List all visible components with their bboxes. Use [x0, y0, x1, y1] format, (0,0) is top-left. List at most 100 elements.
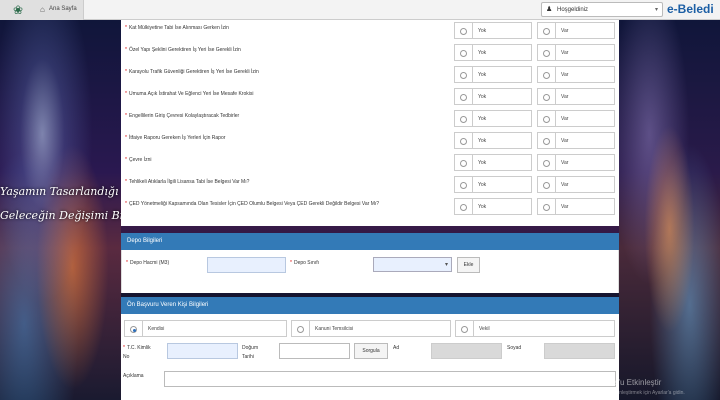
- permit-row: * Çevre İzni Yok Var: [121, 154, 619, 174]
- permit-no-text: Yok: [478, 116, 487, 122]
- permit-no-radio[interactable]: [454, 44, 472, 61]
- name-label: Ad: [393, 345, 400, 351]
- radio-icon: [543, 204, 550, 211]
- permit-no-option[interactable]: Yok: [472, 88, 532, 105]
- permit-yes-radio[interactable]: [537, 88, 555, 105]
- radio-icon: [460, 204, 467, 211]
- radio-icon: [460, 182, 467, 189]
- permit-yes-radio[interactable]: [537, 44, 555, 61]
- applicant-type-radio[interactable]: [124, 320, 142, 337]
- brand-logo: e-Beledi: [667, 2, 714, 16]
- background-slogan: Yaşamın Tasarlandığı Geleceğin Değişimi …: [0, 180, 121, 228]
- permit-yes-radio[interactable]: [537, 198, 555, 215]
- permit-label: * ÇED Yönetmeliği Kapsamında Olan Tesisle…: [125, 201, 380, 207]
- tc-input[interactable]: [167, 343, 238, 359]
- radio-icon: [460, 72, 467, 79]
- background-photo-right: [619, 20, 720, 400]
- permit-row: * Engellilerin Giriş Çevresi Kolaylaştıra…: [121, 110, 619, 130]
- depot-volume-label: * Depo Hacmi (M3): [126, 260, 170, 266]
- applicant-type-option[interactable]: Kanuni Temsilcisi: [309, 320, 451, 337]
- permit-yes-radio[interactable]: [537, 110, 555, 127]
- radio-icon: [460, 50, 467, 57]
- radio-icon: [460, 28, 467, 35]
- permit-no-text: Yok: [478, 28, 487, 34]
- depot-add-button[interactable]: Ekle: [457, 257, 480, 273]
- top-bar: ❀ ⌂ Ana Sayfa ♟ Hoşgeldiniz ▾ e-Beledi: [0, 0, 720, 20]
- applicant-title: Ön Başvuru Veren Kişi Bilgileri: [127, 302, 209, 308]
- applicant-type-option[interactable]: Vekil: [473, 320, 615, 337]
- applicant-type-radio[interactable]: [455, 320, 473, 337]
- permit-no-radio[interactable]: [454, 132, 472, 149]
- depot-volume-input[interactable]: [207, 257, 286, 273]
- query-button[interactable]: Sorgula: [354, 343, 388, 359]
- permit-yes-radio[interactable]: [537, 66, 555, 83]
- permit-yes-text: Var: [561, 204, 569, 210]
- permit-yes-option[interactable]: Var: [555, 44, 615, 61]
- permit-yes-radio[interactable]: [537, 22, 555, 39]
- home-label: Ana Sayfa: [49, 6, 77, 12]
- permit-no-radio[interactable]: [454, 22, 472, 39]
- permit-no-radio[interactable]: [454, 110, 472, 127]
- tc-label: * T.C. Kimlik No: [123, 345, 151, 360]
- permit-yes-option[interactable]: Var: [555, 132, 615, 149]
- municipality-logo-icon: ❀: [12, 3, 24, 17]
- permit-yes-option[interactable]: Var: [555, 66, 615, 83]
- slogan-line-1: Yaşamın Tasarlandığı: [0, 185, 119, 198]
- radio-icon: [543, 72, 550, 79]
- applicant-type-text: Kanuni Temsilcisi: [315, 326, 354, 332]
- permit-yes-text: Var: [561, 50, 569, 56]
- permit-yes-text: Var: [561, 116, 569, 122]
- permit-yes-radio[interactable]: [537, 176, 555, 193]
- permit-yes-text: Var: [561, 138, 569, 144]
- permit-no-text: Yok: [478, 138, 487, 144]
- permit-label: * Çevre İzni: [125, 157, 152, 163]
- radio-icon: [543, 50, 550, 57]
- home-button[interactable]: ❀ ⌂ Ana Sayfa: [0, 0, 84, 20]
- description-input[interactable]: [164, 371, 616, 387]
- radio-icon: [543, 160, 550, 167]
- permit-yes-option[interactable]: Var: [555, 176, 615, 193]
- permit-no-option[interactable]: Yok: [472, 110, 532, 127]
- permit-no-radio[interactable]: [454, 176, 472, 193]
- permit-no-option[interactable]: Yok: [472, 176, 532, 193]
- permit-row: * Özel Yapı Şeklini Gerektiren İş Yeri İs…: [121, 44, 619, 64]
- radio-icon: [461, 326, 468, 333]
- radio-icon: [543, 28, 550, 35]
- permit-yes-option[interactable]: Var: [555, 22, 615, 39]
- permit-no-radio[interactable]: [454, 66, 472, 83]
- depot-title: Depo Bilgileri: [127, 238, 163, 244]
- permit-yes-option[interactable]: Var: [555, 154, 615, 171]
- permit-no-text: Yok: [478, 204, 487, 210]
- permit-no-radio[interactable]: [454, 154, 472, 171]
- applicant-type-option[interactable]: Kendisi: [142, 320, 287, 337]
- permit-yes-text: Var: [561, 28, 569, 34]
- permit-no-option[interactable]: Yok: [472, 22, 532, 39]
- surname-input: [544, 343, 615, 359]
- permit-yes-radio[interactable]: [537, 132, 555, 149]
- radio-icon: [130, 326, 137, 333]
- permit-no-option[interactable]: Yok: [472, 154, 532, 171]
- permit-no-option[interactable]: Yok: [472, 44, 532, 61]
- radio-icon: [460, 138, 467, 145]
- depot-panel: * Depo Hacmi (M3) * Depo Sınıfı ▾ Ekle: [121, 250, 619, 293]
- birth-date-input[interactable]: [279, 343, 350, 359]
- permit-yes-option[interactable]: Var: [555, 88, 615, 105]
- permit-no-text: Yok: [478, 72, 487, 78]
- radio-icon: [460, 94, 467, 101]
- user-menu-dropdown[interactable]: ♟ Hoşgeldiniz ▾: [541, 2, 663, 17]
- permit-row: * Kat Mülkiyetine Tabi İse Alınması Gerke…: [121, 22, 619, 42]
- permit-row: * Karayolu Trafik Güvenliği Gerektiren İş…: [121, 66, 619, 86]
- radio-icon: [460, 160, 467, 167]
- permit-row: * ÇED Yönetmeliği Kapsamında Olan Tesisle…: [121, 198, 619, 218]
- permit-yes-option[interactable]: Var: [555, 110, 615, 127]
- permits-panel: * Kat Mülkiyetine Tabi İse Alınması Gerke…: [121, 20, 619, 226]
- permit-no-radio[interactable]: [454, 198, 472, 215]
- permit-yes-radio[interactable]: [537, 154, 555, 171]
- applicant-type-radio[interactable]: [291, 320, 309, 337]
- permit-yes-option[interactable]: Var: [555, 198, 615, 215]
- permit-no-option[interactable]: Yok: [472, 198, 532, 215]
- permit-no-radio[interactable]: [454, 88, 472, 105]
- permit-no-option[interactable]: Yok: [472, 132, 532, 149]
- permit-no-option[interactable]: Yok: [472, 66, 532, 83]
- depot-class-select[interactable]: ▾: [373, 257, 452, 272]
